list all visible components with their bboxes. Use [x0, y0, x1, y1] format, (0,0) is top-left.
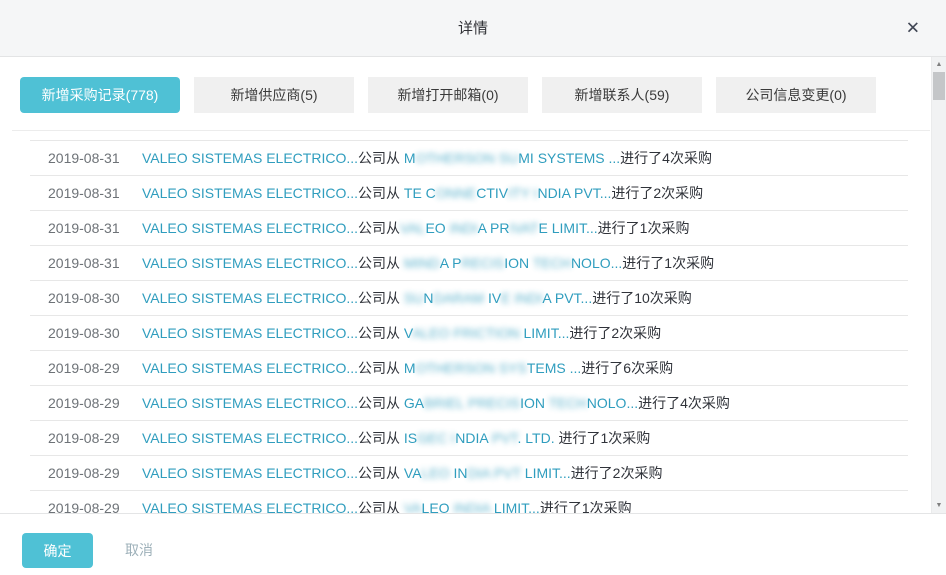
modal-header: 详情 ✕ — [0, 0, 946, 57]
tab[interactable]: 新增供应商(5) — [194, 77, 354, 113]
record-mid-text: 公司从 — [358, 465, 404, 481]
cancel-button[interactable]: 取消 — [125, 533, 153, 568]
supplier-link[interactable]: VALEO FRICTION LIMIT... — [404, 325, 569, 341]
company-link[interactable]: VALEO SISTEMAS ELECTRICO... — [142, 150, 358, 166]
record-date: 2019-08-31 — [30, 176, 142, 211]
table-row: 2019-08-30VALEO SISTEMAS ELECTRICO...公司从… — [30, 316, 908, 351]
record-mid-text: 公司从 — [358, 500, 404, 513]
company-link[interactable]: VALEO SISTEMAS ELECTRICO... — [142, 325, 358, 341]
record-mid-text: 公司从 — [358, 325, 404, 341]
record-date: 2019-08-29 — [30, 386, 142, 421]
record-action-text: 进行了1次采购 — [540, 500, 632, 513]
table-row: 2019-08-29VALEO SISTEMAS ELECTRICO...公司从… — [30, 351, 908, 386]
record-date: 2019-08-31 — [30, 211, 142, 246]
supplier-link[interactable]: MOTHERSON SUMI SYSTEMS ... — [404, 150, 620, 166]
record-mid-text: 公司从 — [358, 395, 404, 411]
table-row: 2019-08-30VALEO SISTEMAS ELECTRICO...公司从… — [30, 281, 908, 316]
table-row: 2019-08-31VALEO SISTEMAS ELECTRICO...公司从… — [30, 141, 908, 176]
modal-title: 详情 — [0, 0, 946, 57]
confirm-button[interactable]: 确定 — [22, 533, 93, 568]
record-date: 2019-08-29 — [30, 491, 142, 513]
record-mid-text: 公司从 — [358, 150, 404, 166]
supplier-link[interactable]: VALEO INDIA LIMIT... — [404, 500, 540, 513]
record-date: 2019-08-29 — [30, 351, 142, 386]
table-row: 2019-08-29VALEO SISTEMAS ELECTRICO...公司从… — [30, 456, 908, 491]
scrollbar-thumb[interactable] — [933, 72, 945, 100]
record-action-text: 进行了10次采购 — [592, 290, 692, 306]
tab[interactable]: 公司信息变更(0) — [716, 77, 876, 113]
record-date: 2019-08-29 — [30, 456, 142, 491]
table-row: 2019-08-31VALEO SISTEMAS ELECTRICO...公司从… — [30, 211, 908, 246]
record-date: 2019-08-29 — [30, 421, 142, 456]
table-row: 2019-08-31VALEO SISTEMAS ELECTRICO...公司从… — [30, 176, 908, 211]
record-action-text: 进行了1次采购 — [622, 255, 714, 271]
records-table: 2019-08-31VALEO SISTEMAS ELECTRICO...公司从… — [30, 140, 908, 513]
table-row: 2019-08-29VALEO SISTEMAS ELECTRICO...公司从… — [30, 386, 908, 421]
supplier-link[interactable]: ISGEC INDIA PVT. LTD. — [404, 430, 559, 446]
modal-footer: 确定 取消 — [0, 513, 946, 575]
company-link[interactable]: VALEO SISTEMAS ELECTRICO... — [142, 465, 358, 481]
supplier-link[interactable]: MOTHERSON SYSTEMS ... — [404, 360, 581, 376]
table-row: 2019-08-31VALEO SISTEMAS ELECTRICO...公司从… — [30, 246, 908, 281]
record-mid-text: 公司从 — [358, 255, 404, 271]
record-action-text: 进行了4次采购 — [620, 150, 712, 166]
company-link[interactable]: VALEO SISTEMAS ELECTRICO... — [142, 290, 358, 306]
scrollbar[interactable]: ▲ ▼ — [931, 57, 946, 513]
record-mid-text: 公司从 — [358, 290, 404, 306]
supplier-link[interactable]: TE CONNECTIVITY INDIA PVT... — [404, 185, 611, 201]
record-action-text: 进行了2次采购 — [569, 325, 661, 341]
table-row: 2019-08-29VALEO SISTEMAS ELECTRICO...公司从… — [30, 491, 908, 513]
record-mid-text: 公司从 — [358, 360, 404, 376]
details-modal: 详情 ✕ 新增采购记录(778) 新增供应商(5) 新增打开邮箱(0) 新增联系人(5… — [0, 0, 946, 575]
company-link[interactable]: VALEO SISTEMAS ELECTRICO... — [142, 220, 358, 236]
company-link[interactable]: VALEO SISTEMAS ELECTRICO... — [142, 360, 358, 376]
tab[interactable]: 新增联系人(59) — [542, 77, 702, 113]
supplier-link[interactable]: MINDA PRECISION TECHNOLO... — [404, 255, 622, 271]
company-link[interactable]: VALEO SISTEMAS ELECTRICO... — [142, 395, 358, 411]
record-mid-text: 公司从 — [358, 220, 400, 236]
record-mid-text: 公司从 — [358, 430, 404, 446]
table-row: 2019-08-29VALEO SISTEMAS ELECTRICO...公司从… — [30, 421, 908, 456]
record-action-text: 进行了1次采购 — [598, 220, 690, 236]
supplier-link[interactable]: VALEO INDIA PRIVATE LIMIT... — [400, 220, 598, 236]
record-action-text: 进行了2次采购 — [611, 185, 703, 201]
close-icon[interactable]: ✕ — [906, 20, 920, 37]
record-action-text: 进行了4次采购 — [638, 395, 730, 411]
record-action-text: 进行了2次采购 — [571, 465, 663, 481]
record-date: 2019-08-30 — [30, 316, 142, 351]
record-action-text: 进行了6次采购 — [581, 360, 673, 376]
company-link[interactable]: VALEO SISTEMAS ELECTRICO... — [142, 430, 358, 446]
supplier-link[interactable]: SUNDARAM IVE INDIA PVT... — [404, 290, 592, 306]
scroll-down-icon[interactable]: ▼ — [932, 498, 946, 513]
supplier-link[interactable]: VALEO INDIA PVT LIMIT... — [404, 465, 571, 481]
record-date: 2019-08-30 — [30, 281, 142, 316]
tab-bar: 新增采购记录(778) 新增供应商(5) 新增打开邮箱(0) 新增联系人(59) 公司信… — [20, 77, 876, 113]
record-mid-text: 公司从 — [358, 185, 404, 201]
company-link[interactable]: VALEO SISTEMAS ELECTRICO... — [142, 255, 358, 271]
record-date: 2019-08-31 — [30, 141, 142, 176]
supplier-link[interactable]: GABRIEL PRECISION TECHNOLO... — [404, 395, 638, 411]
record-date: 2019-08-31 — [30, 246, 142, 281]
scroll-up-icon[interactable]: ▲ — [932, 57, 946, 72]
company-link[interactable]: VALEO SISTEMAS ELECTRICO... — [142, 500, 358, 513]
tab[interactable]: 新增打开邮箱(0) — [368, 77, 528, 113]
tab[interactable]: 新增采购记录(778) — [20, 77, 180, 113]
company-link[interactable]: VALEO SISTEMAS ELECTRICO... — [142, 185, 358, 201]
divider-line — [12, 130, 930, 131]
record-action-text: 进行了1次采购 — [559, 430, 651, 446]
